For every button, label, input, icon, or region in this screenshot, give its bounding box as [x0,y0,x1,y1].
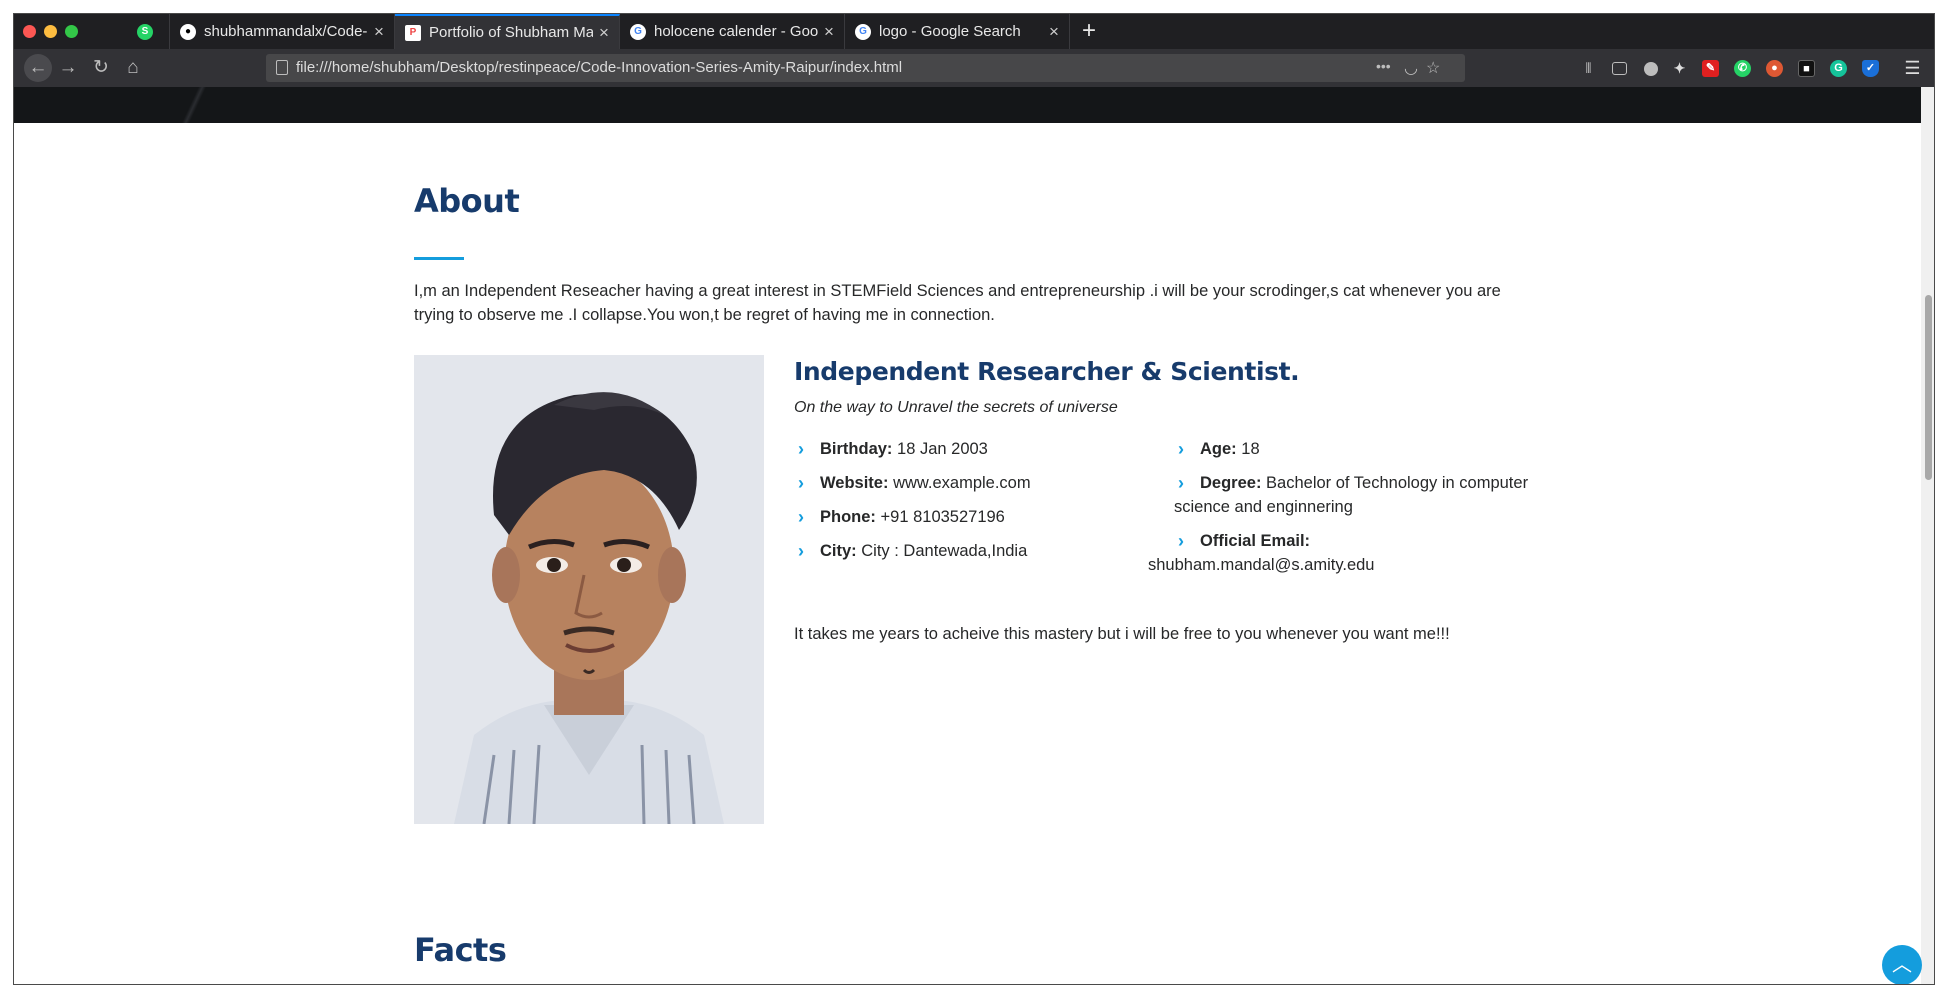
tab-logo-search[interactable]: G logo - Google Search × [845,14,1070,49]
about-description: I,m an Independent Reseacher having a gr… [414,282,1501,324]
close-tab-icon[interactable]: × [368,22,390,42]
info-value: 18 Jan 2003 [897,440,988,458]
chevron-right-icon: › [1178,439,1184,459]
info-birthday: › Birthday: 18 Jan 2003 [794,437,1154,461]
close-window-button[interactable] [23,25,36,38]
profile-title: Independent Researcher & Scientist. [794,357,1300,386]
info-city: › City: City : Dantewada,India [794,539,1154,563]
maximize-window-button[interactable] [65,25,78,38]
chevron-right-icon: › [798,439,804,459]
tab-portfolio[interactable]: P Portfolio of Shubham Ma × [395,14,620,49]
facts-title: Facts [414,931,507,969]
info-value: shubham.mandal@s.amity.edu [1148,556,1375,574]
url-text[interactable]: file:///home/shubham/Desktop/restinpeace… [296,59,902,76]
home-icon[interactable]: ⌂ [121,56,145,80]
info-phone: › Phone: +91 8103527196 [794,505,1154,529]
github-icon: ● [180,23,196,40]
back-to-top-button[interactable]: ︿ [1882,945,1922,984]
close-tab-icon[interactable]: × [593,23,615,43]
info-label: Phone: [820,508,876,526]
tab-github[interactable]: ● shubhammandalx/Code-I × [170,14,395,49]
account-icon[interactable] [1644,62,1658,76]
google-icon: G [630,23,646,40]
info-email: › Official Email: shubham.mandal@s.amity… [1148,529,1534,577]
tab-title: logo - Google Search [879,23,1021,40]
profile-subtitle: On the way to Unravel the secrets of uni… [794,399,1118,416]
whatsapp-badge-icon: S [137,23,153,40]
hero-section-bottom [14,87,1921,123]
tab-pinned-whatsapp[interactable]: S [122,14,170,49]
page-viewport: About I,m an Independent Reseacher havin… [14,87,1921,984]
info-label: City: [820,542,857,560]
info-value: City : Dantewada,India [861,542,1028,560]
extension-dark-icon[interactable]: ■ [1798,60,1815,77]
pocket-icon[interactable]: ◡ [1404,58,1418,78]
close-tab-icon[interactable]: × [818,22,840,42]
google-icon: G [855,23,871,40]
info-label: Age: [1200,440,1237,458]
url-bar[interactable]: file:///home/shubham/Desktop/restinpeace… [266,54,1465,82]
minimize-window-button[interactable] [44,25,57,38]
info-label: Website: [820,474,889,492]
info-value: www.example.com [893,474,1031,492]
tab-holocene[interactable]: G holocene calender - Goo × [620,14,845,49]
chevron-right-icon: › [798,507,804,527]
shield-icon[interactable]: ✓ [1862,60,1879,77]
info-age: › Age: 18 [1174,437,1534,461]
info-degree: › Degree: Bachelor of Technology in comp… [1174,471,1534,519]
title-underline [414,257,464,260]
portfolio-icon: P [405,24,421,41]
info-value: 18 [1241,440,1260,458]
tab-title: shubhammandalx/Code-I [204,23,368,40]
chevron-right-icon: › [798,473,804,493]
chevron-right-icon: › [798,541,804,561]
back-arrow-icon[interactable]: ← [24,54,52,82]
info-label: Official Email: [1200,532,1311,550]
scrollbar-thumb[interactable] [1925,295,1932,480]
new-tab-button[interactable]: + [1074,17,1104,45]
chevron-right-icon: › [1178,531,1184,551]
extension-bird-icon[interactable]: ✦ [1671,60,1688,77]
tab-strip: S ● shubhammandalx/Code-I × P Portfolio … [14,14,1934,49]
close-tab-icon[interactable]: × [1043,22,1065,42]
about-title: About [414,182,520,220]
chevron-up-icon: ︿ [1892,954,1912,976]
whatsapp-extension-icon[interactable]: ✆ [1734,60,1751,77]
forward-arrow-icon[interactable]: → [56,56,80,80]
menu-icon[interactable]: ☰ [1904,59,1921,77]
library-icon[interactable]: ⫴ [1580,60,1597,77]
bookmark-star-icon[interactable]: ☆ [1426,58,1440,78]
page-scrollbar[interactable] [1921,87,1934,984]
tab-title: Portfolio of Shubham Ma [429,24,593,41]
page-actions-icon[interactable]: ••• [1376,58,1391,74]
browser-window: S ● shubhammandalx/Code-I × P Portfolio … [13,13,1935,985]
info-label: Degree: [1200,474,1262,492]
navigation-toolbar: ← → ↻ ⌂ file:///home/shubham/Desktop/res… [14,49,1934,87]
info-website: › Website: www.example.com [794,471,1154,495]
info-label: Birthday: [820,440,893,458]
chevron-right-icon: › [1178,473,1184,493]
tab-title: holocene calender - Goo [654,23,818,40]
sidebar-icon[interactable] [1612,62,1627,75]
profile-photo [414,355,764,824]
info-list-right: › Age: 18 › Degree: Bachelor of Technolo… [1148,437,1534,587]
info-list-left: › Birthday: 18 Jan 2003 › Website: www.e… [794,437,1154,573]
reload-icon[interactable]: ↻ [89,56,113,80]
page-icon [276,60,288,75]
info-value: +91 8103527196 [880,508,1005,526]
grammarly-icon[interactable]: G [1830,60,1847,77]
closing-text: It takes me years to acheive this master… [794,625,1450,643]
duckduckgo-icon[interactable]: ● [1766,60,1783,77]
extension-red-icon[interactable]: ✎ [1702,60,1719,77]
